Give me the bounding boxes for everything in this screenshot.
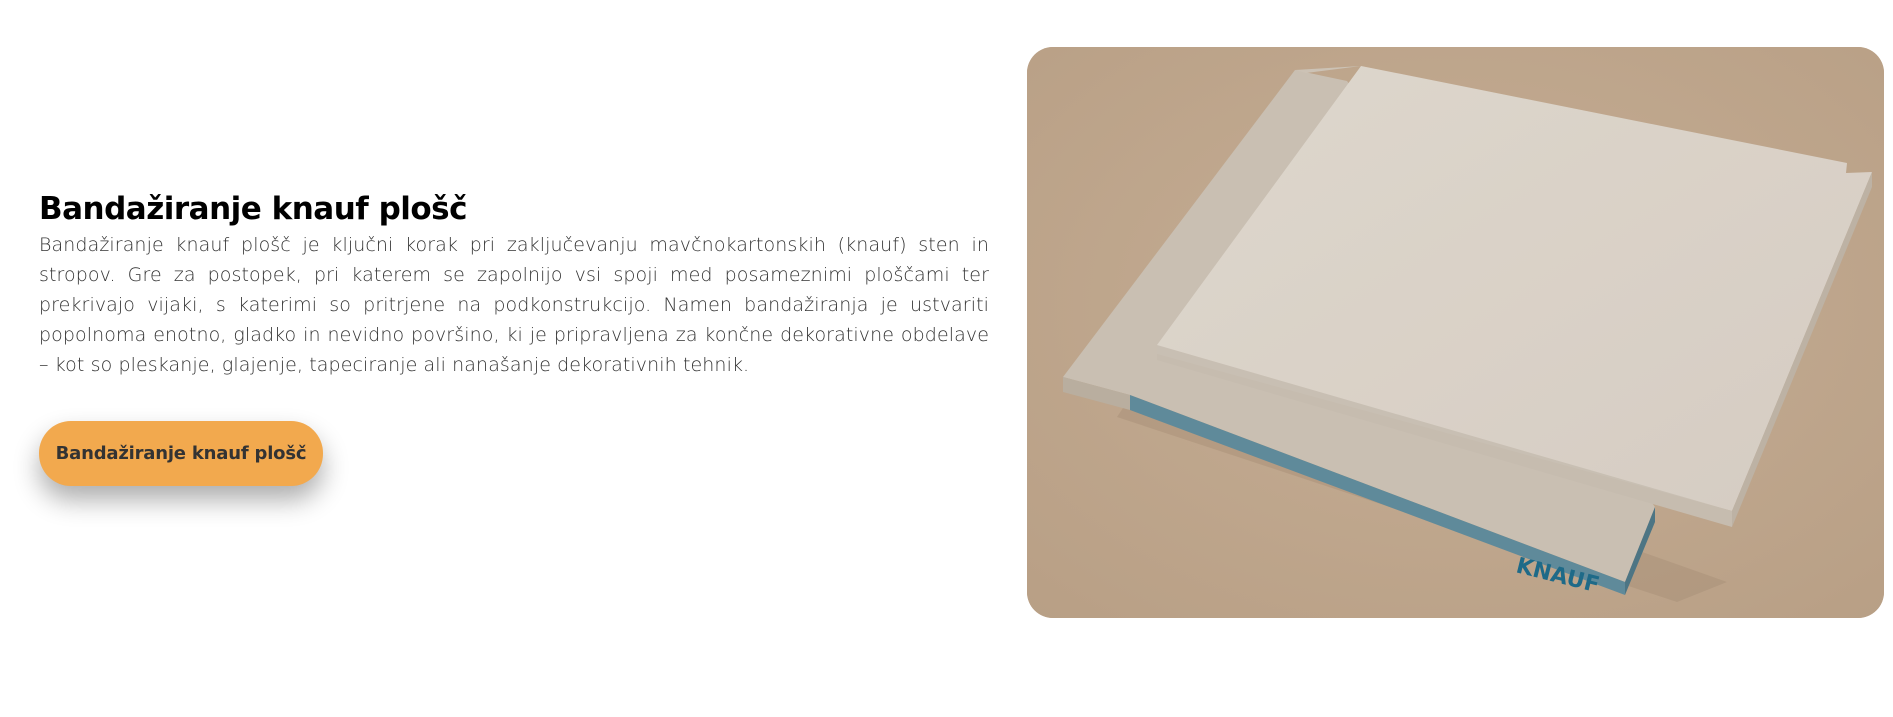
section-description: Bandažiranje knauf plošč je ključni kora… [39,234,989,376]
section-heading: Bandažiranje knauf plošč [39,191,468,227]
cta-button[interactable]: Bandažiranje knauf plošč [39,421,323,486]
product-image: KNAUF [1027,47,1884,618]
content-column: Bandažiranje knauf plošč Bandažiranje kn… [39,188,989,380]
